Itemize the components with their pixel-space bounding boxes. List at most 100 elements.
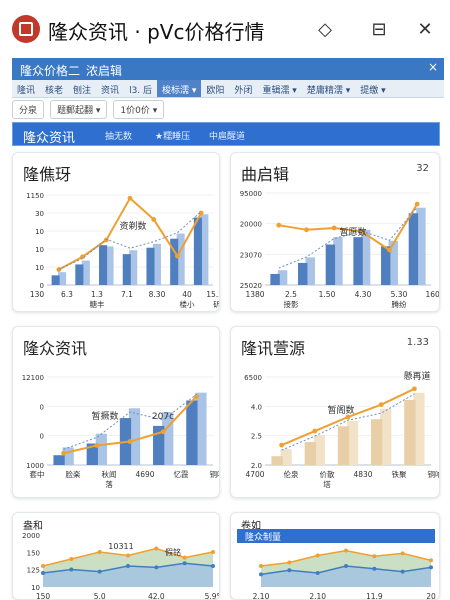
minimize-icon[interactable]: ⊟ <box>366 16 392 42</box>
trend-point <box>378 402 384 408</box>
y-tick-label: 0 <box>40 282 44 290</box>
chart-svg: 隆众制量 2.10 2.10 11.9 20 <box>237 529 436 600</box>
tab-item[interactable]: 刨注 <box>68 80 96 97</box>
menu-close-icon[interactable]: × <box>428 60 438 74</box>
trend-point <box>94 443 100 448</box>
bar <box>404 399 416 465</box>
x-tick-label: 4830 <box>353 470 372 479</box>
x-tick-label: 忆霞 <box>174 469 189 479</box>
chart-svg: 95000 20000 23070 250201380 2.5接影 1.50 4.30 5.3… <box>240 190 439 309</box>
app-title: 隆众资讯 · pVc价格行情 <box>48 20 265 44</box>
chart-annotation: 暂愿数 <box>339 226 366 238</box>
trend-point <box>279 442 284 448</box>
chart-svg: 1150 30 10 10 10 0130 6.3 1.3糖丰 7.1 8.30 40楼小 15.30… <box>26 192 219 309</box>
tab-item[interactable]: l3. 后 <box>124 80 157 97</box>
y-tick-label: 6500 <box>244 374 262 382</box>
y-tick-label: 10 <box>35 246 44 254</box>
series-point <box>315 553 320 558</box>
chart-annotation: 10311 <box>108 542 133 551</box>
section-banner: 隆众资讯 抽无数 ★糯睡压 中扈醒道 <box>12 122 440 146</box>
y-tick-label: 150 <box>27 549 40 557</box>
tab-item-active[interactable]: 梭标濡 ▾ <box>157 80 202 97</box>
filter-dropdown[interactable]: 1价0价 ▾ <box>113 99 165 119</box>
bar <box>53 455 65 465</box>
x-tick-label: 价散 <box>320 469 335 479</box>
x-tick-label: 秋闻 <box>102 469 117 479</box>
tab-item[interactable]: 提缴 ▾ <box>355 80 390 97</box>
series-point <box>97 569 102 574</box>
filter-chip[interactable]: 分泉 <box>12 99 45 119</box>
bar <box>51 275 60 285</box>
series-point <box>182 561 187 566</box>
series-point <box>154 546 159 551</box>
filter-dropdown[interactable]: 题郵起翻 ▾ <box>50 99 108 119</box>
bar <box>122 254 131 285</box>
chart-card: 隆僬玡 1150 30 10 10 10 0 130 6.3 1.3 糖丰 7.1 8.30 40 楼小 1… <box>12 152 220 312</box>
x-tick-label: 7.1 <box>121 290 133 299</box>
tab-item[interactable]: 欧阳 <box>201 80 229 97</box>
x-sub-label: 塔 <box>323 479 331 489</box>
series-point <box>69 557 74 561</box>
restore-icon[interactable]: ◇ <box>312 16 338 42</box>
bar <box>298 262 308 285</box>
trend-point <box>175 253 180 259</box>
x-tick-label: 2.5 <box>285 290 297 299</box>
trend-point <box>331 225 337 231</box>
tab-item[interactable]: 隆讯 <box>12 80 40 97</box>
menu-bar: 隆众价格二 浓启辑 × <box>12 58 444 80</box>
chart-card: 卷如 隆众制量 2.10 2.10 11.9 20 <box>230 512 440 600</box>
title-bar: 隆众资讯 · pVc价格行情 ◇ ⊟ ✕ <box>0 0 450 58</box>
x-tick-label: 脸楽 <box>66 469 81 479</box>
banner-title: 隆众资讯 <box>23 131 76 146</box>
series-point <box>259 564 263 568</box>
bar <box>408 213 419 285</box>
trend-point <box>312 428 318 434</box>
banner-link[interactable]: 中扈醒道 <box>209 129 245 142</box>
y-tick-label: 20000 <box>240 221 262 229</box>
y-tick-label: 2.0 <box>251 462 262 470</box>
mini-banner-text: 隆众制量 <box>245 531 281 543</box>
trend-point <box>387 247 392 253</box>
bar <box>99 245 108 285</box>
chart-svg: 6500 4.0 2.5 2.04700 伦泉 价散塔 4830 铁聚 铜响 暂阁数 懸再道 <box>244 370 439 489</box>
series-point <box>211 550 215 554</box>
chart-annotation: 假铭 <box>165 547 181 557</box>
series-point <box>372 566 377 571</box>
bar <box>146 247 155 285</box>
chart-card: 隆讯萱源 1.33 6500 4.0 2.5 2.0 4700 伦泉 价散塔 4830 铁聚 铜响… <box>230 326 440 498</box>
chart-annotation: 暂阁数 <box>327 404 354 416</box>
x-tick-label: 4700 <box>245 470 264 479</box>
menu-subtitle[interactable]: 浓启辑 <box>86 62 122 79</box>
bar <box>353 237 363 285</box>
menu-title: 隆众价格二 <box>20 64 81 78</box>
banner-link[interactable]: ★糯睡压 <box>155 129 190 142</box>
x-tick-label: 6.3 <box>61 290 73 299</box>
chart-annotation: 懸再道 <box>403 370 430 382</box>
tab-item[interactable]: 外闭 <box>229 80 257 97</box>
series-point <box>344 548 348 553</box>
trend-point <box>151 217 157 222</box>
y-tick-label: 1150 <box>26 192 44 200</box>
banner-link[interactable]: 抽无数 <box>105 129 132 142</box>
chart-svg: 12100 0 0 1000套中 脸楽 秋闻落 4690 忆霞 铜响 暂撅数 207c <box>22 374 219 489</box>
series-point <box>154 565 159 570</box>
y-tick-label: 10 <box>31 584 40 592</box>
filter-bar: 分泉 题郵起翻 ▾ 1价0价 ▾ <box>12 99 444 119</box>
x-tick-label: 11.9 <box>366 592 383 600</box>
series-point <box>41 571 45 575</box>
tab-item[interactable]: 资讯 <box>96 80 124 97</box>
tab-item[interactable]: 核老 <box>40 80 68 97</box>
series-point <box>211 564 215 568</box>
tab-item[interactable]: 重辑濡 ▾ <box>257 80 301 97</box>
chart-card: 盎和 2000 150 125 10 150 5.0 42.0 5.95 10311 假铭 <box>12 512 220 600</box>
tab-item[interactable]: 楚庸精濡 ▾ <box>302 80 355 97</box>
series-point <box>400 569 405 574</box>
trend-point <box>127 195 133 201</box>
close-icon[interactable]: ✕ <box>412 16 438 42</box>
series-point <box>429 558 433 563</box>
y-tick-label: 95000 <box>240 190 262 198</box>
x-sub-label: 糖丰 <box>90 299 105 309</box>
series-point <box>41 564 45 568</box>
series-point <box>315 571 320 575</box>
x-tick-label: 42.0 <box>148 592 165 600</box>
